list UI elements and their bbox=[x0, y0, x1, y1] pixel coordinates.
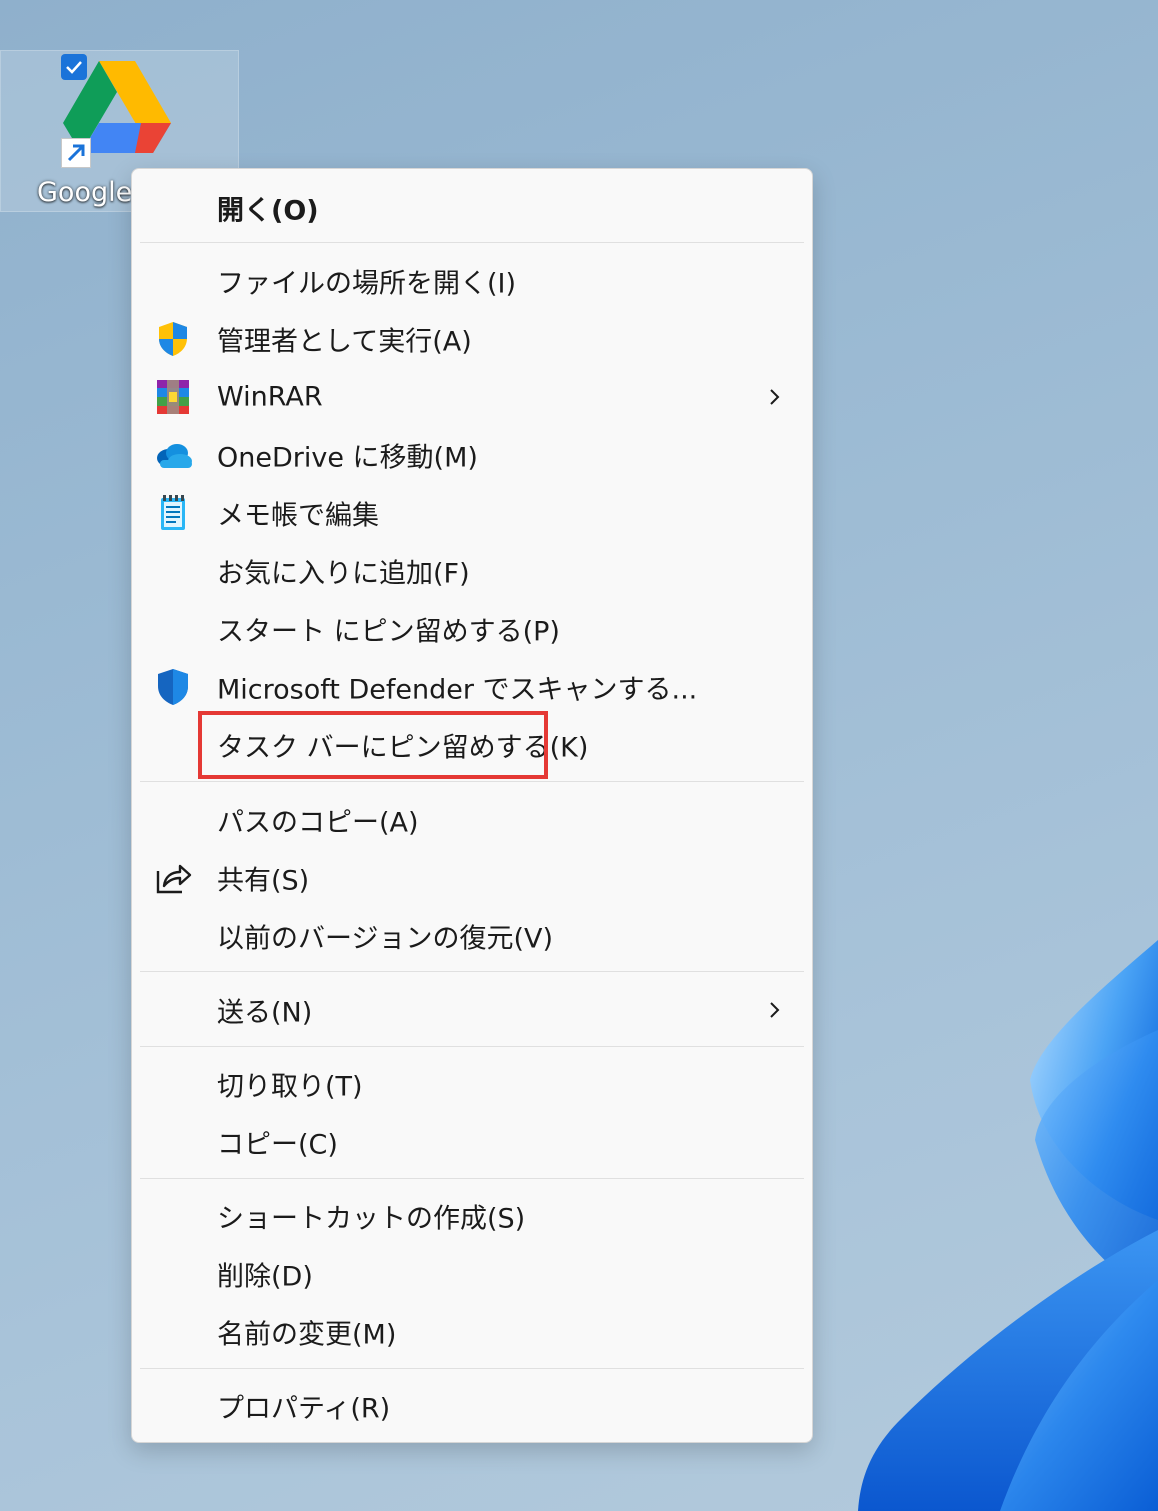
menu-item-label: お気に入りに追加(F) bbox=[217, 558, 470, 590]
menu-item-label: 削除(D) bbox=[217, 1261, 313, 1293]
menu-item-edit-in-notepad[interactable]: メモ帳で編集 bbox=[132, 484, 812, 542]
menu-item-winrar[interactable]: WinRAR bbox=[132, 368, 812, 426]
menu-item-send-to[interactable]: 送る(N) bbox=[132, 981, 812, 1039]
menu-item-label: スタート にピン留めする(P) bbox=[217, 616, 560, 648]
menu-item-share[interactable]: 共有(S) bbox=[132, 849, 812, 907]
menu-separator bbox=[140, 242, 804, 243]
menu-item-label: パスのコピー(A) bbox=[217, 807, 419, 839]
menu-item-run-as-admin[interactable]: 管理者として実行(A) bbox=[132, 310, 812, 368]
menu-item-label: 名前の変更(M) bbox=[217, 1319, 397, 1351]
menu-item-label: 管理者として実行(A) bbox=[217, 326, 472, 358]
menu-item-label: 共有(S) bbox=[217, 865, 310, 897]
uac-shield-icon bbox=[159, 322, 187, 356]
menu-separator bbox=[140, 971, 804, 972]
menu-item-move-to-onedrive[interactable]: OneDrive に移動(M) bbox=[132, 426, 812, 484]
menu-item-label: ファイルの場所を開く(I) bbox=[217, 268, 517, 300]
menu-item-label: ショートカットの作成(S) bbox=[217, 1203, 526, 1235]
menu-item-rename[interactable]: 名前の変更(M) bbox=[132, 1303, 812, 1361]
menu-item-create-shortcut[interactable]: ショートカットの作成(S) bbox=[132, 1187, 812, 1245]
desktop-icon-label: Google bbox=[37, 177, 133, 208]
menu-item-delete[interactable]: 削除(D) bbox=[132, 1245, 812, 1303]
menu-item-copy-path[interactable]: パスのコピー(A) bbox=[132, 791, 812, 849]
chevron-right-icon bbox=[770, 1002, 780, 1018]
chevron-right-icon bbox=[770, 389, 780, 405]
checkmark-icon bbox=[66, 61, 82, 74]
menu-item-cut[interactable]: 切り取り(T) bbox=[132, 1055, 812, 1113]
menu-item-copy[interactable]: コピー(C) bbox=[132, 1113, 812, 1171]
onedrive-cloud-icon bbox=[157, 444, 192, 468]
menu-item-label: プロパティ(R) bbox=[217, 1393, 391, 1425]
menu-item-scan-with-defender[interactable]: Microsoft Defender でスキャンする... bbox=[132, 658, 812, 716]
menu-item-label: 送る(N) bbox=[217, 997, 313, 1029]
menu-separator bbox=[140, 781, 804, 782]
menu-item-open-file-location[interactable]: ファイルの場所を開く(I) bbox=[132, 252, 812, 310]
menu-item-restore-previous-versions[interactable]: 以前のバージョンの復元(V) bbox=[132, 907, 812, 965]
shortcut-arrow-icon bbox=[61, 138, 91, 168]
menu-item-label: OneDrive に移動(M) bbox=[217, 442, 478, 474]
menu-item-label: 開く(O) bbox=[217, 195, 319, 227]
highlight-annotation-box bbox=[198, 711, 548, 779]
notepad-icon bbox=[161, 495, 185, 530]
menu-item-label: Microsoft Defender でスキャンする... bbox=[217, 674, 698, 706]
menu-item-label: WinRAR bbox=[217, 381, 323, 413]
menu-item-label: 以前のバージョンの復元(V) bbox=[217, 923, 553, 955]
menu-separator bbox=[140, 1178, 804, 1179]
context-menu: 開く(O) ファイルの場所を開く(I) 管理者として実行(A) WinRAR O… bbox=[131, 168, 813, 1443]
menu-item-pin-to-start[interactable]: スタート にピン留めする(P) bbox=[132, 600, 812, 658]
defender-shield-icon bbox=[158, 669, 188, 705]
share-icon bbox=[156, 864, 192, 894]
selection-checkbox[interactable] bbox=[61, 54, 87, 80]
menu-item-label: メモ帳で編集 bbox=[217, 500, 379, 532]
winrar-icon bbox=[157, 380, 189, 414]
menu-separator bbox=[140, 1368, 804, 1369]
menu-separator bbox=[140, 1046, 804, 1047]
menu-item-label: 切り取り(T) bbox=[217, 1071, 363, 1103]
menu-item-add-to-favorites[interactable]: お気に入りに追加(F) bbox=[132, 542, 812, 600]
menu-item-properties[interactable]: プロパティ(R) bbox=[132, 1377, 812, 1435]
menu-item-label: コピー(C) bbox=[217, 1129, 338, 1161]
menu-item-open[interactable]: 開く(O) bbox=[132, 179, 812, 237]
